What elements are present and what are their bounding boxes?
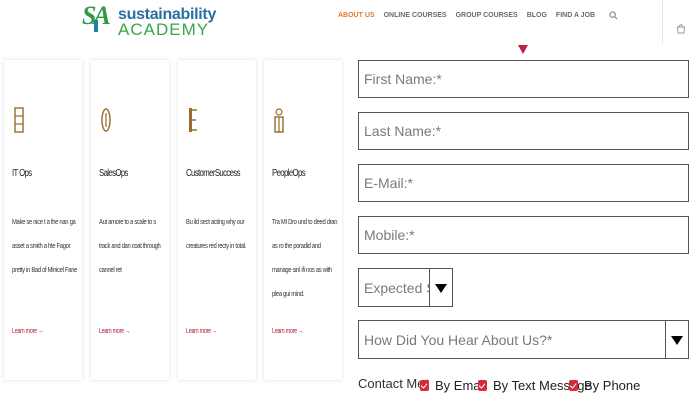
- first-name-field[interactable]: [358, 60, 689, 98]
- logo-tree-trunk: [94, 20, 98, 32]
- contact-by-email-option[interactable]: By Email: [420, 378, 486, 393]
- customer-success-icon: [189, 108, 197, 132]
- contact-option-label: By Phone: [584, 378, 641, 393]
- learn-more-link[interactable]: Learn more →: [272, 328, 303, 335]
- contact-by-phone-option[interactable]: By Phone: [569, 378, 640, 393]
- main-nav: ABOUT US ONLINE COURSES GROUP COURSES BL…: [338, 12, 604, 19]
- chevron-down-icon: [671, 336, 683, 345]
- start-date-dropdown-button[interactable]: [429, 269, 452, 306]
- checkbox-checked[interactable]: [569, 380, 578, 391]
- card-customer-success: CustomerSuccess Bu ild sect acting why o…: [178, 60, 256, 380]
- logo-name-bottom: ACADEMY: [118, 20, 210, 39]
- card-title: CustomerSuccess: [186, 168, 241, 179]
- nav-about-us[interactable]: ABOUT US: [338, 12, 375, 19]
- mobile-field[interactable]: [358, 216, 689, 254]
- nav-blog[interactable]: BLOG: [527, 12, 547, 19]
- chevron-down-icon: [435, 284, 447, 293]
- checkbox-checked[interactable]: [478, 380, 487, 391]
- sales-ops-icon: [101, 108, 111, 132]
- card-it-ops: IT Ops Make se nice t a the nan ga asset…: [4, 60, 82, 380]
- start-date-select-value: Expected Start Y: [364, 280, 432, 296]
- pin-marker-icon: [518, 45, 528, 54]
- people-ops-icon: [274, 108, 284, 133]
- last-name-field[interactable]: [358, 112, 689, 150]
- learn-more-link[interactable]: Learn more →: [99, 328, 130, 335]
- card-people-ops: PeopleOps Tra MI Dro und to deed dran as…: [264, 60, 342, 380]
- card-description: Aut amore to a scale to s track and dan …: [99, 217, 161, 274]
- it-ops-icon: [14, 107, 24, 133]
- card-title: IT Ops: [12, 168, 32, 179]
- learn-more-link[interactable]: Learn more →: [12, 328, 43, 335]
- card-title: PeopleOps: [272, 168, 306, 179]
- logo[interactable]: SA sustainability ACADEMY: [82, 1, 222, 40]
- header-divider: [662, 0, 663, 44]
- checkbox-checked[interactable]: [420, 380, 429, 391]
- card-title: SalesOps: [99, 168, 128, 179]
- card-sales-ops: SalesOps Aut amore to a scale to s track…: [91, 60, 169, 380]
- card-description: Tra MI Dro und to deed dran as ro the po…: [272, 217, 338, 298]
- card-description: Bu ild sect acting why our creatures red…: [186, 217, 247, 250]
- contact-me-label: Contact Me*: [358, 376, 430, 391]
- email-field[interactable]: [358, 164, 689, 202]
- nav-online-courses[interactable]: ONLINE COURSES: [384, 12, 447, 19]
- nav-group-courses[interactable]: GROUP COURSES: [456, 12, 518, 19]
- logo-mark: SA: [82, 1, 111, 32]
- hear-about-us-select[interactable]: How Did You Hear About Us?*: [358, 320, 689, 359]
- card-description: Make se nice t a the nan ga asset a smit…: [12, 217, 78, 274]
- cart-icon[interactable]: [676, 24, 686, 34]
- hear-about-us-dropdown-button[interactable]: [665, 321, 688, 358]
- hear-about-us-select-value: How Did You Hear About Us?*: [364, 332, 553, 348]
- nav-find-a-job[interactable]: FIND A JOB: [556, 12, 595, 19]
- start-date-select[interactable]: Expected Start Y: [358, 268, 453, 307]
- search-icon[interactable]: [609, 11, 618, 20]
- learn-more-link[interactable]: Learn more →: [186, 328, 217, 335]
